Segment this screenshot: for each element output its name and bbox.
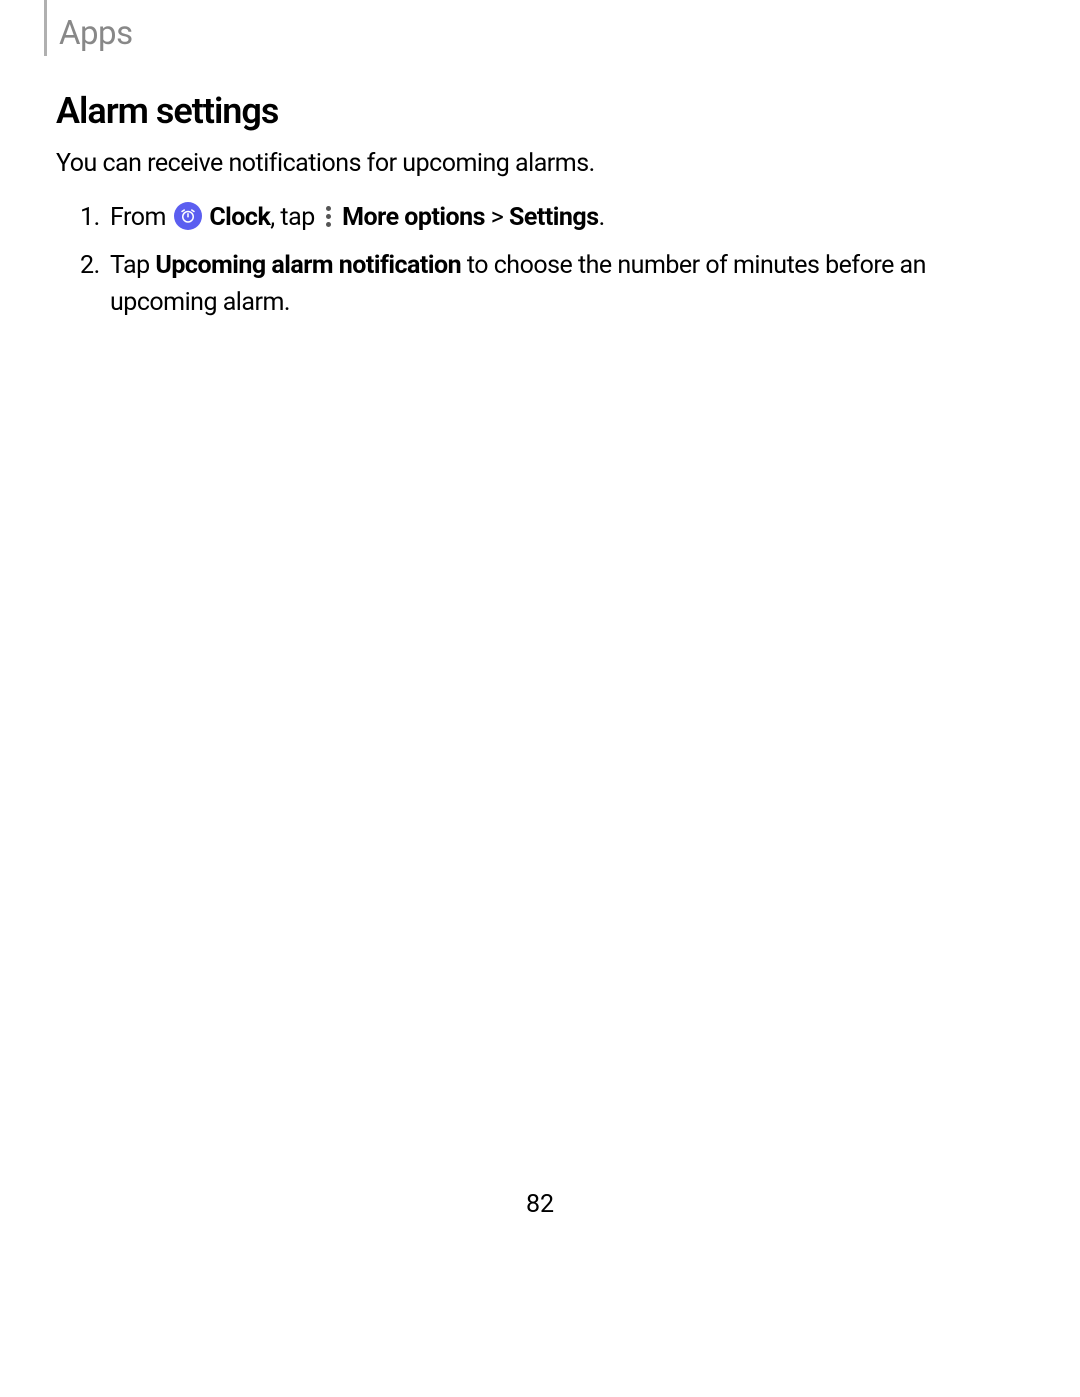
section-title: Alarm settings	[56, 90, 1024, 132]
breadcrumb: Apps	[44, 0, 133, 56]
clock-icon	[174, 202, 202, 230]
step-1-separator: >	[485, 203, 509, 232]
page-content: Alarm settings You can receive notificat…	[56, 90, 1024, 332]
more-options-label: More options	[342, 203, 485, 232]
clock-label: Clock	[209, 203, 270, 232]
breadcrumb-divider	[44, 0, 47, 56]
breadcrumb-label: Apps	[59, 14, 133, 53]
settings-label: Settings	[509, 203, 599, 232]
intro-text: You can receive notifications for upcomi…	[56, 146, 1024, 181]
step-1-end: .	[599, 203, 605, 232]
step-1-after-clock: , tap	[270, 203, 320, 232]
more-options-icon	[322, 204, 334, 228]
step-1: From Clock, tap More options > Settings.	[86, 199, 1024, 237]
step-2: Tap Upcoming alarm notification to choos…	[86, 247, 1024, 322]
step-1-pre: From	[110, 203, 172, 232]
upcoming-alarm-label: Upcoming alarm notification	[155, 251, 461, 280]
page-number: 82	[0, 1190, 1080, 1219]
step-2-pre: Tap	[110, 251, 155, 280]
steps-list: From Clock, tap More options > Settings.…	[56, 199, 1024, 322]
